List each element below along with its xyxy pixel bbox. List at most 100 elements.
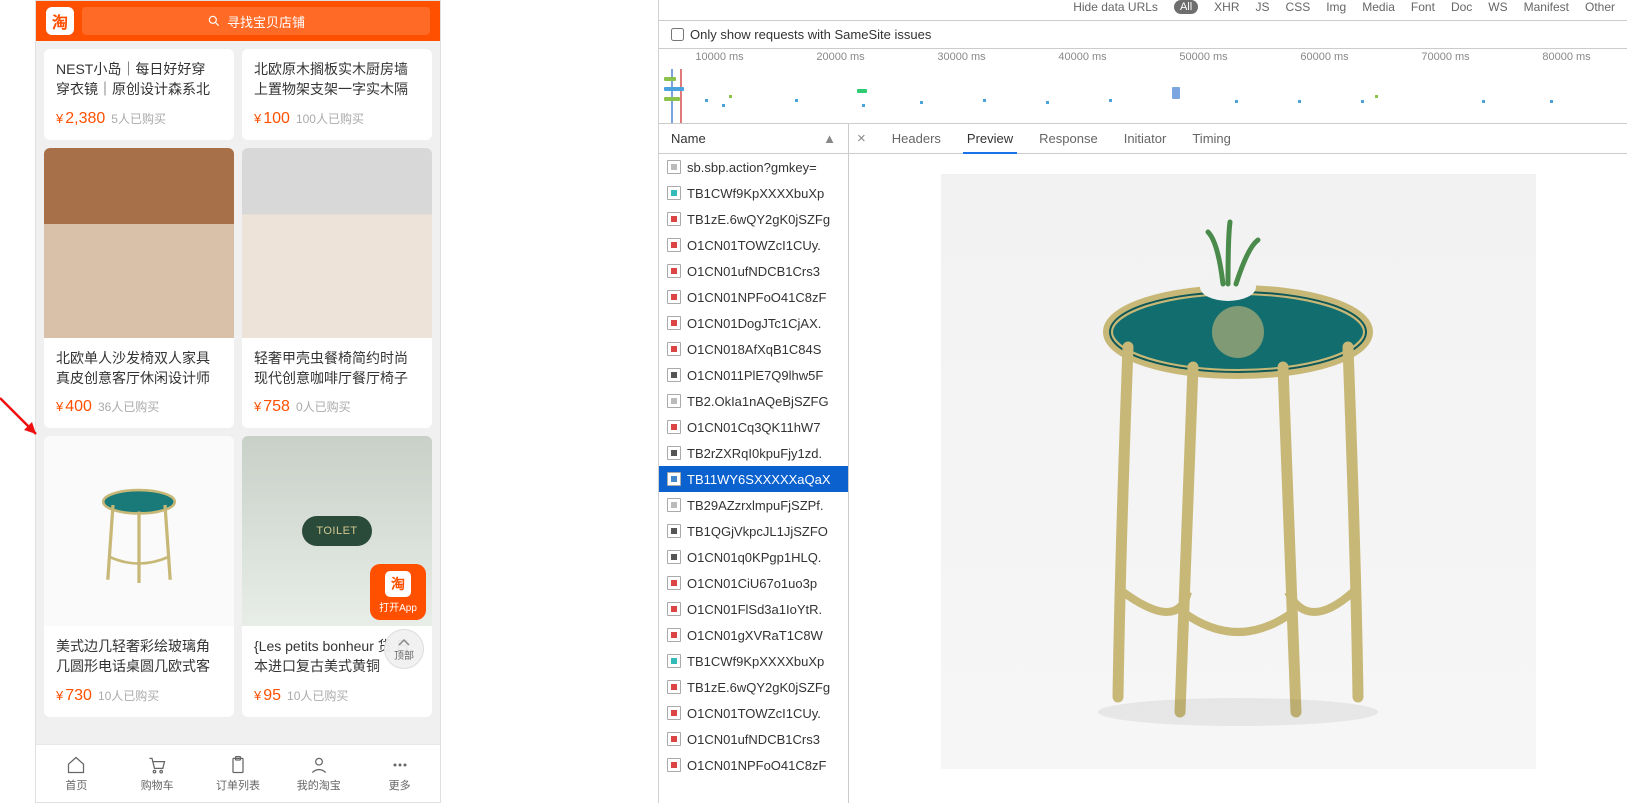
filter-other[interactable]: Other — [1585, 0, 1615, 14]
product-scroll[interactable]: NEST小岛｜每日好好穿 穿衣镜｜原创设计森系北 ¥2,380 5人已购买 北欧… — [36, 41, 440, 744]
file-type-icon — [667, 290, 681, 304]
search-bar[interactable]: 寻找宝贝店铺 — [82, 7, 430, 35]
product-image — [44, 436, 234, 626]
filter-all[interactable]: All — [1174, 0, 1198, 14]
request-row[interactable]: O1CN01gXVRaT1C8W — [659, 622, 848, 648]
request-row[interactable]: O1CN01CiU67o1uo3p — [659, 570, 848, 596]
request-row[interactable]: TB1zE.6wQY2gK0jSZFg — [659, 674, 848, 700]
nav-orders[interactable]: 订单列表 — [198, 745, 279, 802]
file-type-icon — [667, 264, 681, 278]
request-row[interactable]: O1CN01TOWZcI1CUy. — [659, 232, 848, 258]
scroll-top-button[interactable]: 顶部 — [384, 629, 424, 669]
request-row[interactable]: O1CN01NPFoO41C8zF — [659, 752, 848, 778]
request-name: TB2rZXRqI0kpuFjy1zd. — [687, 446, 822, 461]
file-type-icon — [667, 576, 681, 590]
request-row[interactable]: TB1CWf9KpXXXXbuXp — [659, 648, 848, 674]
request-detail-panel: × Headers Preview Response Initiator Tim… — [849, 124, 1627, 803]
product-card[interactable]: 北欧原木搁板实木厨房墙 上置物架支架一字实木隔 ¥100 100人已购买 — [242, 49, 432, 140]
tab-response[interactable]: Response — [1035, 125, 1102, 152]
product-buyers: 10人已购买 — [98, 687, 159, 704]
product-price: ¥2,380 — [56, 110, 105, 128]
close-icon[interactable]: × — [857, 130, 866, 147]
product-card[interactable]: 轻奢甲壳虫餐椅简约时尚 现代创意咖啡厅餐厅椅子 ¥758 0人已购买 — [242, 148, 432, 429]
open-app-badge[interactable]: 淘 打开App — [370, 564, 426, 620]
nav-more[interactable]: 更多 — [359, 745, 440, 802]
request-list[interactable]: sb.sbp.action?gmkey=TB1CWf9KpXXXXbuXpTB1… — [659, 154, 848, 803]
request-name: TB1zE.6wQY2gK0jSZFg — [687, 680, 830, 695]
request-row[interactable]: O1CN01Cq3QK11hW7 — [659, 414, 848, 440]
product-card[interactable]: NEST小岛｜每日好好穿 穿衣镜｜原创设计森系北 ¥2,380 5人已购买 — [44, 49, 234, 140]
request-name: O1CN01FlSd3a1IoYtR. — [687, 602, 822, 617]
product-grid: NEST小岛｜每日好好穿 穿衣镜｜原创设计森系北 ¥2,380 5人已购买 北欧… — [44, 49, 432, 717]
more-icon — [390, 755, 410, 775]
request-row[interactable]: O1CN01DogJTc1CjAX. — [659, 310, 848, 336]
nav-home[interactable]: 首页 — [36, 745, 117, 802]
product-price: ¥100 — [254, 110, 290, 128]
file-type-icon — [667, 212, 681, 226]
taobao-logo[interactable]: 淘 — [46, 7, 74, 35]
request-row[interactable]: TB29AZzrxlmpuFjSZPf. — [659, 492, 848, 518]
product-buyers: 100人已购买 — [296, 110, 364, 127]
request-name: TB29AZzrxlmpuFjSZPf. — [687, 498, 824, 513]
tab-headers[interactable]: Headers — [888, 125, 945, 152]
product-image: TOILET 淘 打开App — [242, 436, 432, 626]
filter-css[interactable]: CSS — [1286, 0, 1311, 14]
request-row[interactable]: O1CN01ufNDCB1Crs3 — [659, 726, 848, 752]
timeline-ruler: 10000 ms 20000 ms 30000 ms 40000 ms 5000… — [659, 49, 1627, 69]
request-name: O1CN01DogJTc1CjAX. — [687, 316, 821, 331]
search-icon — [207, 14, 221, 28]
filter-img[interactable]: Img — [1326, 0, 1346, 14]
filter-doc[interactable]: Doc — [1451, 0, 1472, 14]
preview-area — [849, 154, 1627, 803]
samesite-checkbox[interactable] — [671, 28, 684, 41]
request-row[interactable]: TB1zE.6wQY2gK0jSZFg — [659, 206, 848, 232]
request-row[interactable]: O1CN01TOWZcI1CUy. — [659, 700, 848, 726]
request-row[interactable]: O1CN01NPFoO41C8zF — [659, 284, 848, 310]
filter-xhr[interactable]: XHR — [1214, 0, 1239, 14]
request-name: O1CN01CiU67o1uo3p — [687, 576, 817, 591]
request-row[interactable]: O1CN018AfXqB1C84S — [659, 336, 848, 362]
tab-preview[interactable]: Preview — [963, 125, 1017, 154]
request-name: TB2.OkIa1nAQeBjSZFG — [687, 394, 829, 409]
request-row[interactable]: O1CN01q0KPgp1HLQ. — [659, 544, 848, 570]
filter-font[interactable]: Font — [1411, 0, 1435, 14]
filter-manifest[interactable]: Manifest — [1524, 0, 1569, 14]
file-type-icon — [667, 732, 681, 746]
annotation-arrow-left — [0, 396, 44, 442]
tab-initiator[interactable]: Initiator — [1120, 125, 1171, 152]
request-row[interactable]: TB2rZXRqI0kpuFjy1zd. — [659, 440, 848, 466]
samesite-row: Only show requests with SameSite issues — [659, 21, 1627, 49]
tab-timing[interactable]: Timing — [1188, 125, 1235, 152]
request-row[interactable]: O1CN011PlE7Q9lhw5F — [659, 362, 848, 388]
product-card[interactable]: TOILET 淘 打开App {Les petits bonheur 货 日本进… — [242, 436, 432, 717]
product-title: 轻奢甲壳虫餐椅简约时尚 现代创意咖啡厅餐厅椅子 — [254, 348, 420, 389]
product-card[interactable]: 北欧单人沙发椅双人家具 真皮创意客厅休闲设计师 ¥400 36人已购买 — [44, 148, 234, 429]
devtools-panel: Hide data URLs All XHR JS CSS Img Media … — [658, 0, 1627, 803]
request-name: O1CN018AfXqB1C84S — [687, 342, 821, 357]
devtools-filter-bar: Hide data URLs All XHR JS CSS Img Media … — [659, 0, 1627, 21]
network-timeline[interactable]: 10000 ms 20000 ms 30000 ms 40000 ms 5000… — [659, 49, 1627, 124]
request-row[interactable]: O1CN01ufNDCB1Crs3 — [659, 258, 848, 284]
request-name: O1CN01gXVRaT1C8W — [687, 628, 823, 643]
product-price: ¥400 — [56, 398, 92, 416]
product-card[interactable]: 美式边几轻奢彩绘玻璃角 几圆形电话桌圆几欧式客 ¥730 10人已购买 — [44, 436, 234, 717]
request-row[interactable]: TB1CWf9KpXXXXbuXp — [659, 180, 848, 206]
file-type-icon — [667, 420, 681, 434]
nav-my[interactable]: 我的淘宝 — [278, 745, 359, 802]
nav-cart[interactable]: 购物车 — [117, 745, 198, 802]
file-type-icon — [667, 550, 681, 564]
filter-media[interactable]: Media — [1362, 0, 1395, 14]
file-type-icon — [667, 602, 681, 616]
name-column-header[interactable]: Name — [671, 131, 706, 146]
request-row[interactable]: TB11WY6SXXXXXaQaX — [659, 466, 848, 492]
filter-ws[interactable]: WS — [1488, 0, 1507, 14]
filter-js[interactable]: JS — [1256, 0, 1270, 14]
small-table-icon — [74, 466, 204, 596]
product-buyers: 36人已购买 — [98, 398, 159, 415]
file-type-icon — [667, 186, 681, 200]
request-row[interactable]: O1CN01FlSd3a1IoYtR. — [659, 596, 848, 622]
request-row[interactable]: TB1QGjVkpcJL1JjSZFO — [659, 518, 848, 544]
request-row[interactable]: sb.sbp.action?gmkey= — [659, 154, 848, 180]
request-name: TB1QGjVkpcJL1JjSZFO — [687, 524, 828, 539]
request-row[interactable]: TB2.OkIa1nAQeBjSZFG — [659, 388, 848, 414]
